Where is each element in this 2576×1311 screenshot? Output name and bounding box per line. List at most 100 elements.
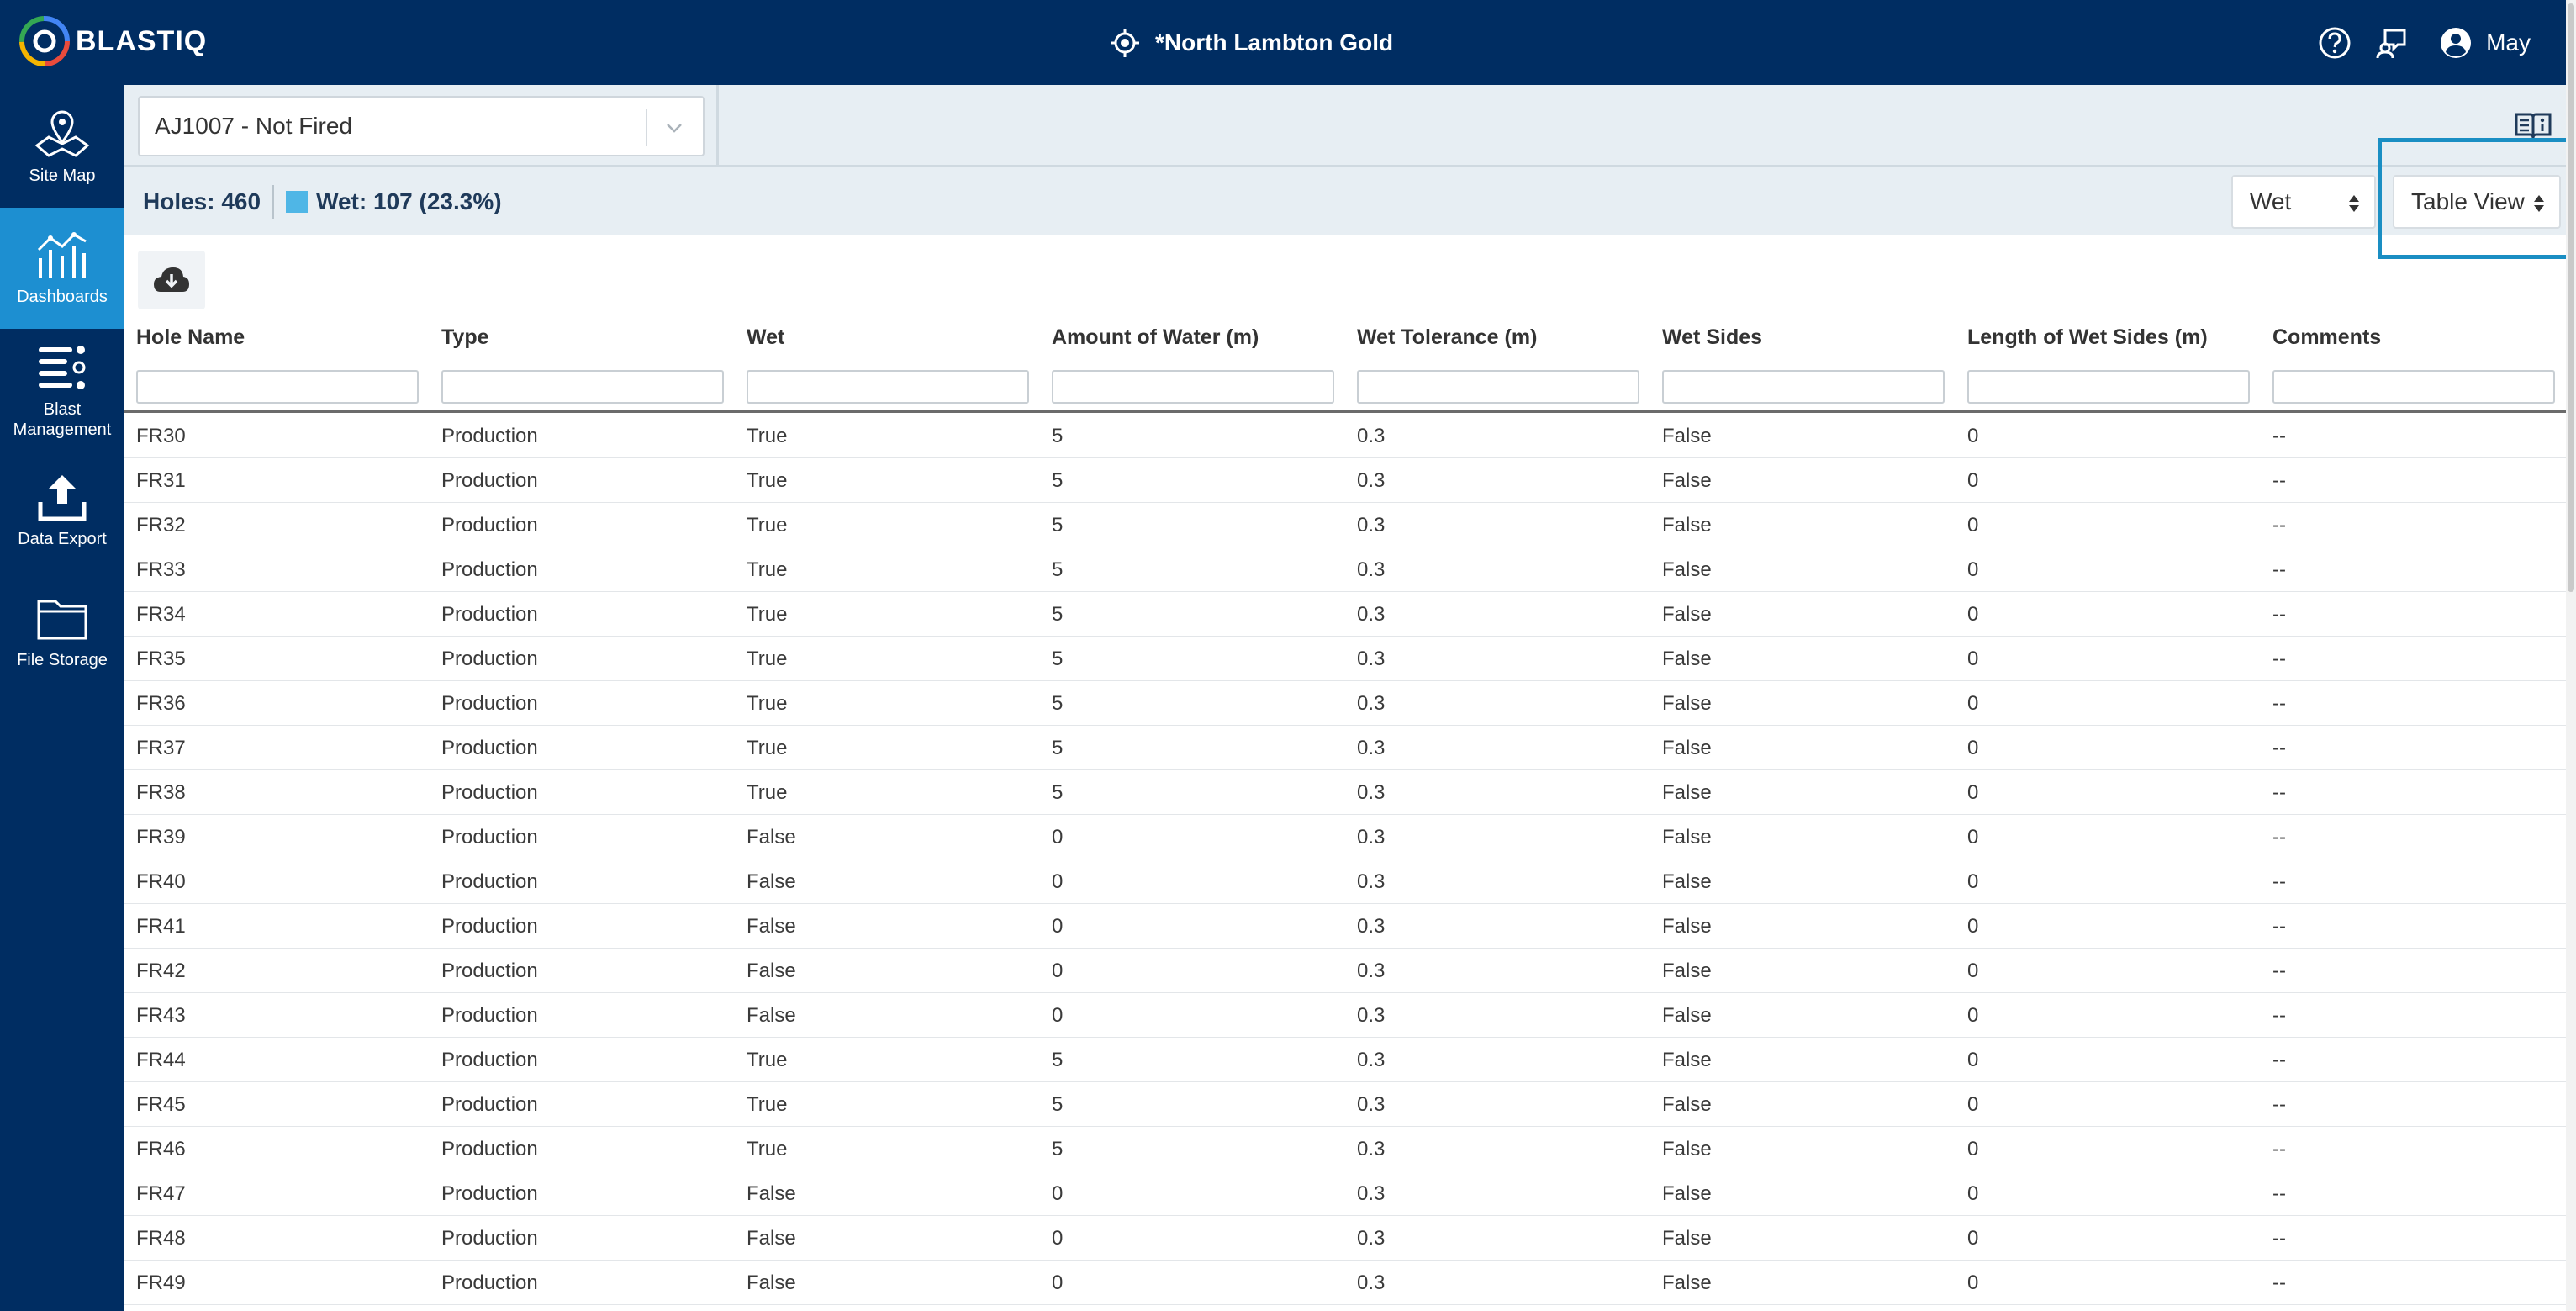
- table-cell: 0: [1967, 558, 1979, 581]
- column-filter-input[interactable]: [2272, 370, 2555, 404]
- table-cell: 0.3: [1357, 915, 1386, 938]
- blastiq-logo[interactable]: BLASTIQ: [18, 15, 207, 67]
- table-cell: --: [2272, 1182, 2286, 1205]
- table-cell: --: [2272, 826, 2286, 848]
- table-cell: 0: [1967, 1227, 1979, 1250]
- book-info-icon[interactable]: [2514, 111, 2552, 140]
- table-cell: 0: [1967, 1004, 1979, 1027]
- table-cell: 0.3: [1357, 1182, 1386, 1205]
- table-row[interactable]: FR30 Production True 5 0.3 False 0 --: [124, 414, 2576, 458]
- attribute-select[interactable]: Wet: [2231, 175, 2376, 229]
- table-row[interactable]: FR35 Production True 5 0.3 False 0 --: [124, 637, 2576, 681]
- chevron-down-icon[interactable]: [657, 111, 691, 145]
- feedback-button[interactable]: [2373, 24, 2410, 61]
- table-cell: 5: [1052, 648, 1064, 670]
- table-cell: 0: [1052, 915, 1064, 938]
- table-row[interactable]: FR42 Production False 0 0.3 False 0 --: [124, 949, 2576, 993]
- column-header[interactable]: Type: [441, 316, 489, 358]
- table-cell: FR46: [136, 1138, 186, 1160]
- table-cell: 0: [1967, 1138, 1979, 1160]
- user-avatar-icon: [2441, 28, 2472, 58]
- table-row[interactable]: FR39 Production False 0 0.3 False 0 --: [124, 815, 2576, 859]
- table-row[interactable]: FR33 Production True 5 0.3 False 0 --: [124, 547, 2576, 592]
- table-row[interactable]: FR41 Production False 0 0.3 False 0 --: [124, 904, 2576, 949]
- table-row[interactable]: FR37 Production True 5 0.3 False 0 --: [124, 726, 2576, 770]
- table-cell: FR33: [136, 558, 186, 581]
- map-pin-icon: [34, 110, 90, 157]
- table-cell: 5: [1052, 1049, 1064, 1071]
- dashboard-chart-icon: [37, 232, 87, 278]
- table-cell: FR49: [136, 1271, 186, 1294]
- table-cell: FR36: [136, 692, 186, 715]
- column-header[interactable]: Length of Wet Sides (m): [1967, 316, 2208, 358]
- column-filter-input[interactable]: [1967, 370, 2250, 404]
- column-filter-input[interactable]: [747, 370, 1029, 404]
- column-filter-input[interactable]: [136, 370, 419, 404]
- column-filter-input[interactable]: [1662, 370, 1945, 404]
- table-cell: True: [747, 425, 788, 447]
- blast-select[interactable]: AJ1007 - Not Fired: [138, 96, 705, 156]
- table-row[interactable]: FR46 Production True 5 0.3 False 0 --: [124, 1127, 2576, 1171]
- scrollbar-thumb[interactable]: [2568, 3, 2574, 592]
- table-row[interactable]: FR38 Production True 5 0.3 False 0 --: [124, 770, 2576, 815]
- blast-select-value: AJ1007 - Not Fired: [155, 113, 352, 139]
- table-row[interactable]: FR47 Production False 0 0.3 False 0 --: [124, 1171, 2576, 1216]
- table-cell: 0: [1967, 469, 1979, 492]
- column-header[interactable]: Wet Tolerance (m): [1357, 316, 1537, 358]
- table-row[interactable]: FR32 Production True 5 0.3 False 0 --: [124, 503, 2576, 547]
- table-cell: True: [747, 514, 788, 537]
- user-menu[interactable]: May: [2439, 26, 2531, 60]
- table-cell: False: [1662, 915, 1712, 938]
- column-filter-input[interactable]: [1357, 370, 1639, 404]
- table-row[interactable]: FR36 Production True 5 0.3 False 0 --: [124, 681, 2576, 726]
- wet-legend-swatch: [286, 191, 309, 213]
- sidebar-item-file-storage[interactable]: File Storage: [0, 593, 124, 694]
- sidebar-item-blast-management[interactable]: Blast Management: [0, 342, 124, 460]
- table-cell: FR30: [136, 425, 186, 447]
- table-cell: False: [747, 1004, 796, 1027]
- table-cell: Production: [441, 1182, 538, 1205]
- column-filter-input[interactable]: [441, 370, 724, 404]
- table-cell: False: [747, 870, 796, 893]
- column-header[interactable]: Wet: [747, 316, 784, 358]
- page-scrollbar[interactable]: [2566, 0, 2576, 1311]
- table-cell: Production: [441, 558, 538, 581]
- column-header[interactable]: Amount of Water (m): [1052, 316, 1259, 358]
- table-cell: 0.3: [1357, 870, 1386, 893]
- table-cell: False: [1662, 558, 1712, 581]
- help-button[interactable]: [2316, 24, 2353, 61]
- sidebar-item-label: Data Export: [18, 530, 107, 548]
- toolbar-divider-vertical: [716, 85, 719, 165]
- column-header[interactable]: Hole Name: [136, 316, 245, 358]
- table-row[interactable]: FR48 Production False 0 0.3 False 0 --: [124, 1216, 2576, 1261]
- table-row[interactable]: FR49 Production False 0 0.3 False 0 --: [124, 1261, 2576, 1305]
- site-selector[interactable]: *North Lambton Gold: [1110, 20, 1393, 66]
- column-header[interactable]: Wet Sides: [1662, 316, 1762, 358]
- column-filter-input[interactable]: [1052, 370, 1334, 404]
- table-row[interactable]: FR45 Production True 5 0.3 False 0 --: [124, 1082, 2576, 1127]
- table-cell: FR38: [136, 781, 186, 804]
- table-cell: 0.3: [1357, 959, 1386, 982]
- table-cell: 0.3: [1357, 648, 1386, 670]
- table-row[interactable]: FR31 Production True 5 0.3 False 0 --: [124, 458, 2576, 503]
- table-cell: 0.3: [1357, 469, 1386, 492]
- site-name: *North Lambton Gold: [1155, 29, 1394, 56]
- table-row[interactable]: FR43 Production False 0 0.3 False 0 --: [124, 993, 2576, 1038]
- table-cell: True: [747, 692, 788, 715]
- table-cell: 0.3: [1357, 425, 1386, 447]
- table-cell: --: [2272, 425, 2286, 447]
- table-cell: 0.3: [1357, 603, 1386, 626]
- table-row[interactable]: FR40 Production False 0 0.3 False 0 --: [124, 859, 2576, 904]
- table-row[interactable]: FR34 Production True 5 0.3 False 0 --: [124, 592, 2576, 637]
- table-cell: Production: [441, 1227, 538, 1250]
- table-cell: --: [2272, 1004, 2286, 1027]
- sidebar-item-site-map[interactable]: Site Map: [0, 108, 124, 209]
- sidebar-item-data-export[interactable]: Data Export: [0, 472, 124, 573]
- table-row[interactable]: FR44 Production True 5 0.3 False 0 --: [124, 1038, 2576, 1082]
- cloud-download-icon: [154, 267, 189, 292]
- column-header[interactable]: Comments: [2272, 316, 2381, 358]
- table-cell: FR44: [136, 1049, 186, 1071]
- sidebar-item-dashboards[interactable]: Dashboards: [0, 208, 124, 329]
- download-button[interactable]: [138, 251, 205, 309]
- table-cell: Production: [441, 425, 538, 447]
